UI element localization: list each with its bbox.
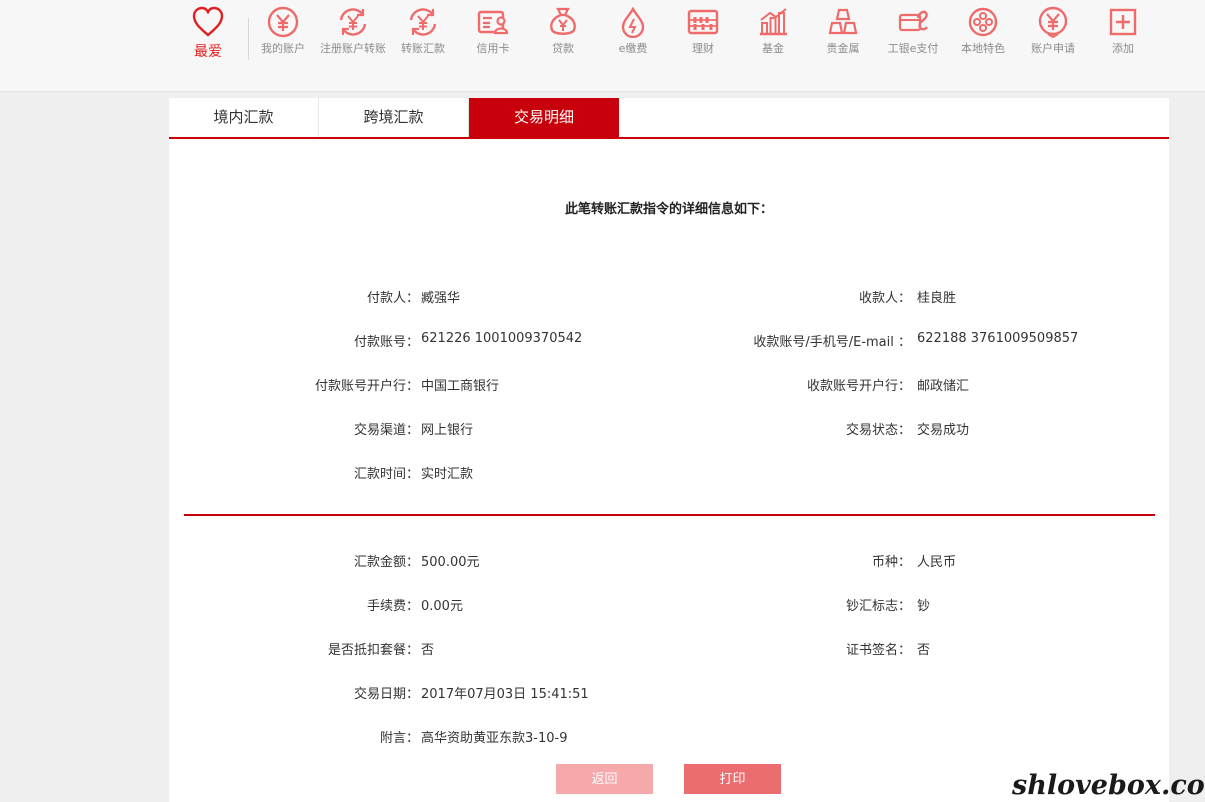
yen-apply-icon: [1038, 6, 1068, 38]
payee-bank-label: 收款账号开户行：: [806, 379, 911, 394]
cash-remit-value: 钞: [917, 599, 931, 614]
yen-transfer-icon: [409, 8, 437, 36]
fee-label: 手续费：: [366, 599, 419, 614]
payer-bank-label: 付款账号开户行：: [314, 379, 419, 394]
status-label: 交易状态：: [845, 423, 911, 438]
nav-item-label: 理财: [692, 42, 714, 55]
film-reel-icon: [968, 7, 998, 37]
drop-icon: [621, 6, 645, 38]
nav-item-label: 本地特色: [961, 42, 1005, 55]
nav-item-label: 贷款: [552, 42, 574, 55]
tab-bar: 境内汇款 跨境汇款 交易明细: [169, 98, 1169, 139]
add-icon: [1109, 8, 1137, 36]
package-deduct-label: 是否抵扣套餐：: [327, 643, 419, 658]
payer-value: 臧强华: [421, 291, 461, 306]
cert-signature-label: 证书签名：: [845, 643, 911, 658]
memo-value: 高华资助黄亚东款3-10-9: [421, 731, 568, 746]
nav-item-e-payment[interactable]: e缴费: [598, 6, 668, 57]
channel-value: 网上银行: [421, 423, 474, 438]
nav-item-add[interactable]: 添加: [1088, 6, 1158, 57]
nav-item-label: e缴费: [618, 42, 648, 55]
nav-item-label: 添加: [1112, 42, 1134, 55]
nav-favorite-label: 最爱: [194, 44, 222, 60]
nav-item-label: 基金: [762, 42, 784, 55]
currency-label: 币种：: [871, 555, 911, 570]
print-button[interactable]: 打印: [684, 764, 781, 794]
watermark: shlovebox.com: [1012, 770, 1205, 801]
tab-transaction-detail[interactable]: 交易明细: [469, 98, 619, 137]
nav-item-loan[interactable]: 贷款: [528, 6, 598, 57]
nav-item-label: 我的账户: [261, 42, 305, 55]
memo-label: 附言：: [379, 731, 419, 746]
payee-bank-value: 邮政储汇: [917, 379, 970, 394]
transaction-date-value: 2017年07月03日 15:41:51: [421, 687, 589, 702]
amount-label: 汇款金额：: [353, 555, 419, 570]
yen-circle-icon: [267, 6, 299, 38]
transaction-date-label: 交易日期：: [353, 687, 419, 702]
gold-bars-icon: [828, 8, 858, 35]
nav-item-account-apply[interactable]: 账户申请: [1018, 6, 1088, 57]
payee-account-label: 收款账号/手机号/E-mail ：: [753, 335, 911, 350]
nav-item-credit-card[interactable]: 信用卡: [458, 6, 528, 57]
remit-time-value: 实时汇款: [421, 467, 474, 482]
cert-signature-value: 否: [917, 643, 931, 658]
tab-domestic-transfer[interactable]: 境内汇款: [169, 98, 319, 137]
nav-item-label: 注册账户转账: [320, 42, 386, 55]
fee-value: 0.00元: [421, 599, 463, 614]
nav-item-label: 信用卡: [476, 42, 510, 55]
nav-item-local-feature[interactable]: 本地特色: [948, 6, 1018, 57]
remit-time-label: 汇款时间：: [353, 467, 419, 482]
amount-value: 500.00元: [421, 555, 480, 570]
payee-label: 收款人：: [858, 291, 911, 306]
nav-item-label: 工银e支付: [887, 42, 939, 55]
nav-item-precious-metal[interactable]: 贵金属: [808, 6, 878, 57]
heart-icon: [192, 6, 224, 37]
yen-exchange-icon: [339, 8, 367, 36]
nav-item-favorite[interactable]: 最爱: [188, 6, 228, 61]
nav-item-icbc-epay[interactable]: 工银e支付: [878, 6, 948, 57]
bar-chart-icon: [760, 8, 787, 36]
nav-item-label: 账户申请: [1031, 42, 1075, 55]
nav-item-wealth[interactable]: 理财: [668, 6, 738, 57]
money-bag-icon: [550, 7, 576, 35]
currency-value: 人民币: [917, 555, 957, 570]
payee-account-value: 622188 3761009509857: [917, 331, 1079, 346]
package-deduct-value: 否: [421, 643, 435, 658]
payer-account-value: 621226 1001009370542: [421, 331, 583, 346]
cash-remit-label: 钞汇标志：: [845, 599, 911, 614]
nav-item-label: 转账汇款: [401, 42, 445, 55]
detail-heading: 此笔转账汇款指令的详细信息如下：: [564, 202, 773, 217]
payer-account-label: 付款账号：: [353, 335, 419, 350]
nav-item-registered-transfer[interactable]: 注册账户转账: [318, 6, 388, 57]
nav-item-my-account[interactable]: 我的账户: [248, 6, 318, 57]
nav-item-label: 贵金属: [826, 42, 860, 55]
payer-label: 付款人：: [366, 291, 419, 306]
epay-icon: [898, 10, 928, 32]
credit-card-icon: [477, 10, 509, 35]
status-value: 交易成功: [917, 423, 970, 438]
back-button[interactable]: 返回: [556, 764, 653, 794]
section-divider: [184, 514, 1155, 516]
payee-value: 桂良胜: [917, 291, 957, 306]
payer-bank-value: 中国工商银行: [421, 379, 500, 394]
top-nav: 最爱 我的账户 注册账户转账 转账汇款 信用卡 贷款 e缴费 理财 基金 贵金属…: [0, 0, 1205, 92]
channel-label: 交易渠道：: [353, 423, 419, 438]
tab-cross-border-transfer[interactable]: 跨境汇款: [319, 98, 469, 137]
nav-item-transfer[interactable]: 转账汇款: [388, 6, 458, 57]
abacus-icon: [687, 9, 719, 35]
transfer-detail-panel: 境内汇款 跨境汇款 交易明细 此笔转账汇款指令的详细信息如下： 付款人： 臧强华…: [169, 98, 1169, 802]
nav-item-fund[interactable]: 基金: [738, 6, 808, 57]
